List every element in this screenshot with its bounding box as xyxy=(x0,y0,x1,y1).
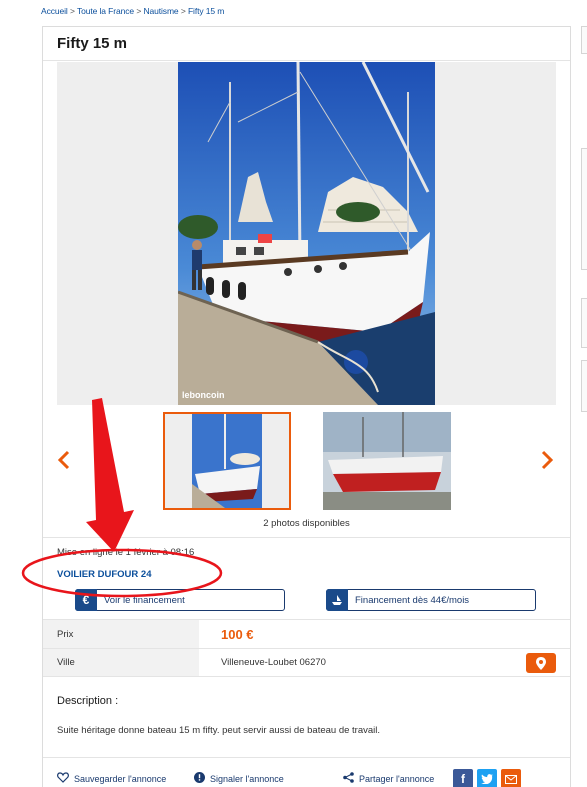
sidebar-panel-edge xyxy=(581,360,587,412)
breadcrumb-category[interactable]: Nautisme xyxy=(143,6,178,16)
price-value: 100 € xyxy=(221,626,254,642)
breadcrumb: Accueil > Toute la France > Nautisme > F… xyxy=(41,6,224,16)
report-ad-button[interactable]: Signaler l'annonce xyxy=(194,772,284,785)
share-ad-button: Partager l'annonce xyxy=(343,772,434,785)
mail-icon[interactable] xyxy=(501,769,521,787)
heart-icon xyxy=(57,772,69,785)
thumbnail-1[interactable] xyxy=(163,412,291,510)
financing-offer-button[interactable]: Financement dès 44€/mois xyxy=(326,589,536,611)
share-ad-label: Partager l'annonce xyxy=(359,773,435,784)
twitter-icon[interactable] xyxy=(477,769,497,787)
breadcrumb-separator: > xyxy=(69,6,75,16)
divider xyxy=(43,757,570,758)
breadcrumb-current[interactable]: Fifty 15 m xyxy=(188,6,224,16)
price-row: Prix 100 € xyxy=(43,619,570,648)
thumbnail-2[interactable] xyxy=(323,412,451,510)
save-ad-label: Sauvegarder l'annonce xyxy=(74,773,167,784)
city-row: Ville Villeneuve-Loubet 06270 xyxy=(43,648,570,677)
ad-title: Fifty 15 m xyxy=(57,35,128,52)
price-label: Prix xyxy=(43,620,199,648)
breadcrumb-separator: > xyxy=(180,6,186,16)
see-financing-label: Voir le financement xyxy=(104,594,185,606)
thumbnail-image xyxy=(323,412,451,510)
sidebar-panel-edge xyxy=(581,148,587,270)
see-financing-button[interactable]: € Voir le financement xyxy=(75,589,285,611)
alert-icon xyxy=(194,772,205,785)
chevron-right-icon[interactable] xyxy=(540,449,554,477)
thumbnail-image xyxy=(192,414,262,508)
main-photo[interactable]: leboncoin xyxy=(178,62,435,405)
city-label: Ville xyxy=(43,649,199,676)
description-title: Description : xyxy=(57,695,119,707)
sidebar-panel-edge xyxy=(581,26,587,54)
model-link[interactable]: VOILIER DUFOUR 24 xyxy=(57,569,152,580)
map-pin-icon[interactable] xyxy=(526,653,556,673)
financing-offer-label: Financement dès 44€/mois xyxy=(355,594,470,606)
euro-icon: € xyxy=(75,589,97,611)
breadcrumb-separator: > xyxy=(136,6,142,16)
share-icon xyxy=(343,772,354,785)
watermark-logo: leboncoin xyxy=(182,390,225,400)
photo-count: 2 photos disponibles xyxy=(263,518,350,529)
report-ad-label: Signaler l'annonce xyxy=(210,773,284,784)
divider xyxy=(43,537,570,538)
chevron-left-icon[interactable] xyxy=(57,449,71,477)
breadcrumb-home[interactable]: Accueil xyxy=(41,6,68,16)
city-value: Villeneuve-Loubet 06270 xyxy=(221,657,326,668)
breadcrumb-region[interactable]: Toute la France xyxy=(77,6,134,16)
ad-card: Fifty 15 m leboncoin 2 photos disponible… xyxy=(42,26,571,787)
posted-date: Mise en ligne le 1 février à 08:16 xyxy=(57,547,195,558)
sidebar-panel-edge xyxy=(581,298,587,348)
facebook-icon[interactable]: f xyxy=(453,769,473,787)
main-photo-area: leboncoin xyxy=(57,62,556,405)
save-ad-button[interactable]: Sauvegarder l'annonce xyxy=(57,772,166,785)
description-text: Suite héritage donne bateau 15 m fifty. … xyxy=(57,725,381,736)
boat-photo-image xyxy=(178,62,435,405)
boat-icon xyxy=(326,589,348,611)
divider xyxy=(43,60,570,61)
